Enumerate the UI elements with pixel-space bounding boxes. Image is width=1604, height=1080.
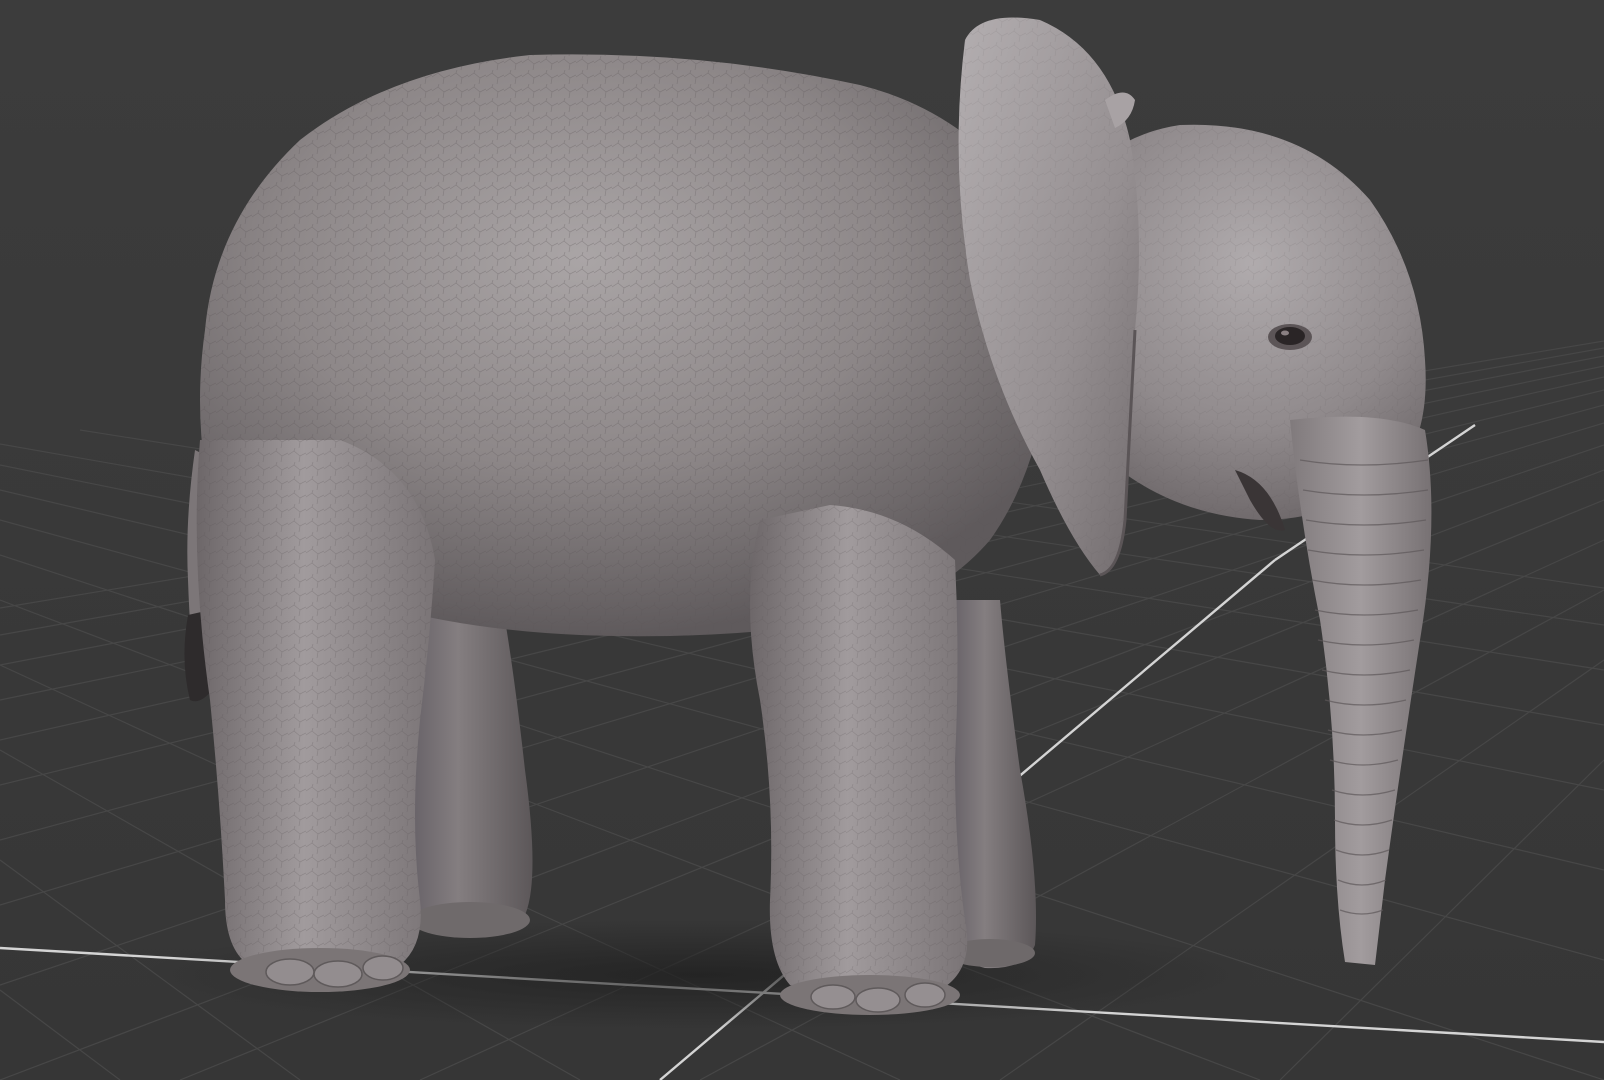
3d-viewport[interactable] [0,0,1604,1080]
trunk [1290,416,1432,966]
back-near-leg-texture [196,440,435,975]
front-near-leg-texture [750,505,968,997]
eye [1268,324,1312,350]
viewport-canvas[interactable] [0,0,1604,1080]
elephant-model[interactable] [184,17,1432,1016]
front-near-toenails [810,982,946,1013]
back-far-foot [410,902,530,938]
